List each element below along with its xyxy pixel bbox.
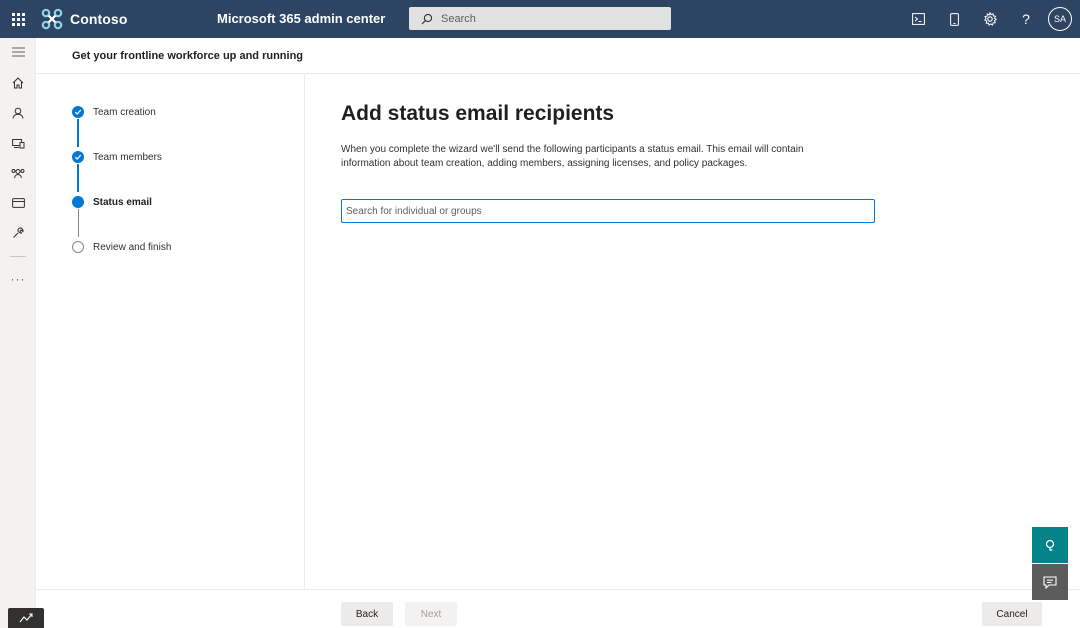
step-label: Status email: [93, 196, 152, 208]
step-label: Review and finish: [93, 241, 172, 253]
rail-item-billing[interactable]: [0, 191, 36, 215]
devices-icon: [11, 138, 24, 148]
gear-icon: [984, 12, 997, 26]
step-connector: [77, 164, 79, 192]
top-icons: ? SA: [900, 0, 1080, 38]
app-launcher-icon: [11, 12, 25, 26]
feedback-button[interactable]: [1032, 564, 1068, 600]
corner-widget[interactable]: [8, 608, 44, 628]
rail-item-setup[interactable]: [0, 221, 36, 245]
settings-button[interactable]: [972, 0, 1008, 38]
terminal-button[interactable]: [900, 0, 936, 38]
hamburger-icon: [11, 47, 25, 57]
app-title: Microsoft 365 admin center: [217, 11, 386, 26]
help-support-button[interactable]: [1032, 527, 1068, 563]
page-description: When you complete the wizard we'll send …: [341, 144, 804, 169]
chat-icon: [1043, 575, 1057, 589]
step-connector: [77, 119, 79, 147]
teams-icon: [11, 168, 25, 178]
step-current-dot-icon: [72, 196, 84, 208]
step-check-icon: [72, 151, 84, 163]
page-header: Get your frontline workforce up and runn…: [36, 38, 1080, 74]
recipient-search-input[interactable]: [341, 199, 875, 223]
mobile-app-button[interactable]: [936, 0, 972, 38]
main-content: Add status email recipients When you com…: [305, 74, 1080, 589]
step-empty-circle-icon: [72, 241, 84, 253]
step-team-creation[interactable]: Team creation: [72, 106, 156, 118]
step-team-members[interactable]: Team members: [72, 151, 162, 163]
rail-item-devices[interactable]: [0, 131, 36, 155]
page-title: Add status email recipients: [341, 102, 615, 125]
avatar[interactable]: SA: [1048, 7, 1072, 31]
step-review-and-finish[interactable]: Review and finish: [72, 241, 171, 253]
mobile-icon: [949, 12, 959, 26]
cancel-button[interactable]: Cancel: [982, 602, 1042, 626]
sparkle-icon: [19, 613, 33, 623]
rail-divider: [10, 256, 26, 257]
support-headset-icon: [1045, 539, 1055, 551]
rail-more-button[interactable]: ···: [0, 267, 36, 291]
back-button[interactable]: Back: [341, 602, 393, 626]
rail-item-home[interactable]: [0, 71, 36, 95]
step-check-icon: [72, 106, 84, 118]
app-launcher-button[interactable]: [0, 0, 36, 38]
brand[interactable]: Contoso: [40, 6, 127, 32]
step-label: Team creation: [93, 106, 156, 118]
contoso-logo-icon: [41, 8, 63, 30]
wizard-steps: Team creation Team members Status email …: [36, 74, 305, 589]
search-icon: [421, 13, 433, 24]
step-status-email[interactable]: Status email: [72, 196, 152, 208]
wrench-icon: [13, 227, 24, 238]
global-search[interactable]: Search: [409, 7, 671, 30]
rail-collapse-button[interactable]: [0, 40, 36, 64]
brand-name: Contoso: [70, 11, 128, 27]
rail-item-teams[interactable]: [0, 161, 36, 185]
step-label: Team members: [93, 151, 162, 163]
global-search-placeholder: Search: [441, 12, 476, 25]
wizard-footer: Back Next Cancel: [36, 589, 1080, 628]
home-icon: [12, 77, 24, 89]
page-header-title: Get your frontline workforce up and runn…: [72, 50, 304, 62]
help-icon: ?: [1022, 11, 1030, 27]
rail-item-users[interactable]: [0, 101, 36, 125]
help-button[interactable]: ?: [1008, 0, 1044, 38]
top-bar: Contoso Microsoft 365 admin center Searc…: [0, 0, 1080, 38]
user-icon: [12, 107, 24, 119]
more-icon: ···: [10, 272, 26, 286]
next-button[interactable]: Next: [405, 602, 457, 626]
step-connector: [77, 209, 79, 237]
billing-icon: [11, 198, 25, 208]
terminal-icon: [911, 13, 925, 25]
left-rail: ···: [0, 38, 36, 628]
